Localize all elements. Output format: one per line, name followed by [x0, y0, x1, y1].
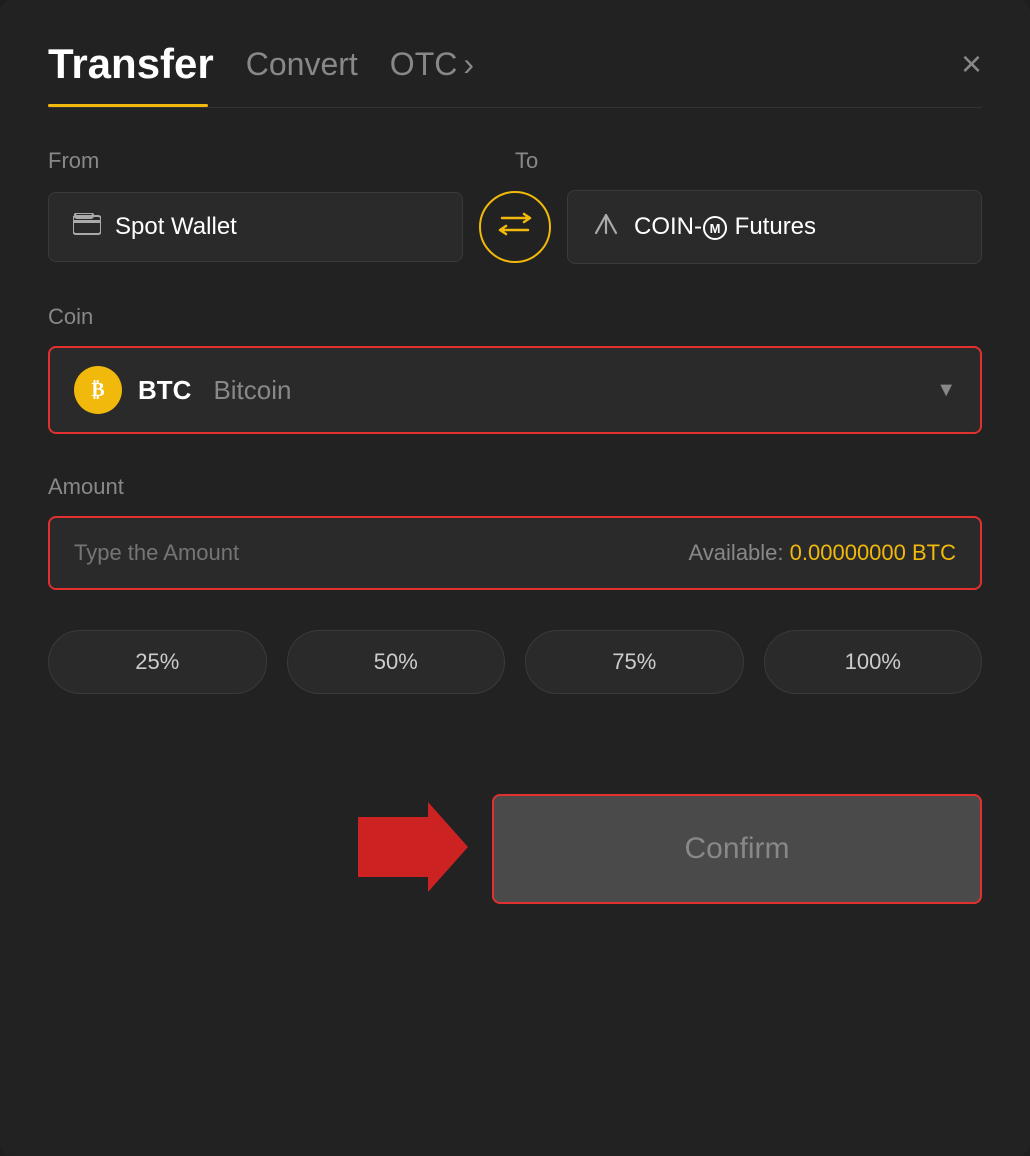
from-wallet-selector[interactable]: Spot Wallet — [48, 192, 463, 262]
tab-convert[interactable]: Convert — [246, 46, 358, 83]
coin-section: Coin ₿ BTC Bitcoin ▼ — [48, 304, 982, 434]
percent-buttons-row: 25% 50% 75% 100% — [48, 630, 982, 694]
amount-input-box: Available: 0.00000000 BTC — [48, 516, 982, 590]
to-label: To — [515, 148, 982, 174]
svg-text:₿: ₿ — [91, 379, 104, 401]
available-amount-value: 0.00000000 BTC — [790, 540, 956, 565]
from-to-section: From To Spot Wallet — [48, 148, 982, 264]
chevron-down-icon: ▼ — [936, 379, 956, 402]
amount-label: Amount — [48, 474, 982, 500]
to-wallet-selector[interactable]: COIN-M Futures — [567, 190, 982, 264]
to-wallet-text: COIN-M Futures — [634, 213, 816, 241]
coin-symbol: BTC — [138, 375, 191, 406]
futures-icon — [592, 211, 620, 243]
coin-full-name: Bitcoin — [213, 375, 291, 406]
header-divider — [48, 107, 982, 108]
modal-header: Transfer Convert OTC › × — [48, 40, 982, 88]
pointer-arrow — [358, 802, 468, 897]
swap-button[interactable] — [479, 191, 551, 263]
coin-selector[interactable]: ₿ BTC Bitcoin ▼ — [48, 346, 982, 434]
swap-icon — [498, 210, 532, 245]
percent-100-button[interactable]: 100% — [764, 630, 983, 694]
percent-25-button[interactable]: 25% — [48, 630, 267, 694]
btc-icon: ₿ — [74, 366, 122, 414]
from-to-labels: From To — [48, 148, 982, 174]
close-button[interactable]: × — [961, 46, 982, 82]
from-label: From — [48, 148, 515, 174]
svg-text:M: M — [710, 221, 721, 236]
coin-label: Coin — [48, 304, 982, 330]
bottom-row: Confirm — [48, 754, 982, 904]
amount-section: Amount Available: 0.00000000 BTC — [48, 474, 982, 590]
from-wallet-text: Spot Wallet — [115, 213, 237, 241]
available-balance: Available: 0.00000000 BTC — [689, 540, 956, 566]
tab-otc[interactable]: OTC › — [390, 46, 474, 83]
percent-75-button[interactable]: 75% — [525, 630, 744, 694]
from-to-row: Spot Wallet COIN-M — [48, 190, 982, 264]
amount-input[interactable] — [74, 540, 515, 566]
confirm-button[interactable]: Confirm — [492, 794, 982, 904]
tab-transfer[interactable]: Transfer — [48, 40, 214, 88]
transfer-modal: Transfer Convert OTC › × From To — [0, 0, 1030, 1156]
wallet-icon — [73, 213, 101, 241]
percent-50-button[interactable]: 50% — [287, 630, 506, 694]
